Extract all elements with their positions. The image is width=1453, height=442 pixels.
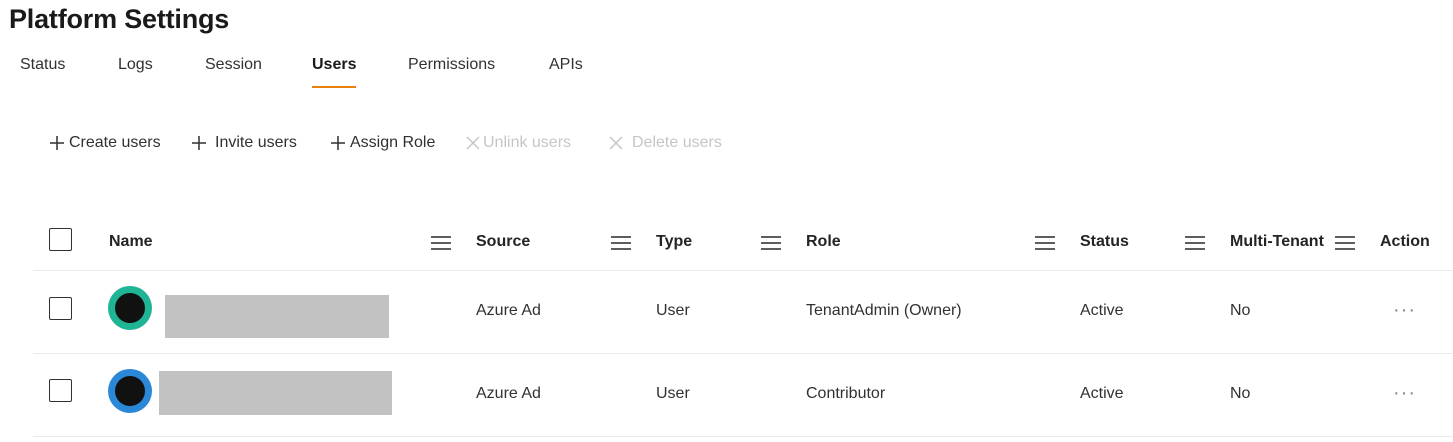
column-header-name[interactable]: Name xyxy=(109,233,153,251)
tab-permissions[interactable]: Permissions xyxy=(408,56,495,86)
avatar xyxy=(108,286,152,330)
column-header-source[interactable]: Source xyxy=(476,233,530,251)
select-all-checkbox[interactable] xyxy=(49,228,72,251)
plus-icon xyxy=(331,136,345,150)
source-cell: Azure Ad xyxy=(476,302,541,319)
multi-tenant-cell: No xyxy=(1230,385,1251,402)
table-header: Name Source Type Role Status Multi-Tenan… xyxy=(33,216,1453,271)
multi-tenant-cell: No xyxy=(1230,302,1251,319)
close-icon xyxy=(466,136,480,150)
column-header-multi-tenant[interactable]: Multi-Tenant xyxy=(1230,233,1324,251)
assign-role-button[interactable]: Assign Role xyxy=(330,134,435,152)
role-cell: Contributor xyxy=(806,385,886,402)
status-cell: Active xyxy=(1080,385,1124,402)
plus-icon xyxy=(50,136,64,150)
invite-users-button[interactable]: Invite users xyxy=(191,134,297,152)
type-cell: User xyxy=(656,302,690,319)
assign-role-label: Assign Role xyxy=(350,134,436,151)
column-header-status[interactable]: Status xyxy=(1080,233,1129,251)
tab-status[interactable]: Status xyxy=(20,56,65,86)
tab-bar: Status Logs Session Users Permissions AP… xyxy=(0,56,700,100)
source-cell: Azure Ad xyxy=(476,385,541,402)
table-row[interactable]: Azure Ad User TenantAdmin (Owner) Active… xyxy=(33,271,1453,354)
redacted-user-name xyxy=(165,295,389,338)
column-menu-icon[interactable] xyxy=(431,236,451,250)
table-row[interactable]: Azure Ad User Contributor Active No ··· xyxy=(33,354,1453,437)
more-actions-icon[interactable]: ··· xyxy=(1393,382,1416,405)
column-menu-icon[interactable] xyxy=(1185,236,1205,250)
avatar xyxy=(108,369,152,413)
invite-users-label: Invite users xyxy=(215,134,297,151)
column-menu-icon[interactable] xyxy=(1035,236,1055,250)
column-menu-icon[interactable] xyxy=(761,236,781,250)
redacted-user-name xyxy=(159,371,392,415)
close-icon xyxy=(609,136,623,150)
users-toolbar: Create users Invite users Assign Role Un… xyxy=(0,134,760,162)
column-header-role[interactable]: Role xyxy=(806,233,841,251)
column-header-action: Action xyxy=(1380,233,1430,250)
plus-icon xyxy=(192,136,206,150)
create-users-button[interactable]: Create users xyxy=(49,134,161,152)
column-menu-icon[interactable] xyxy=(1335,236,1355,250)
column-menu-icon[interactable] xyxy=(611,236,631,250)
page-title: Platform Settings xyxy=(9,4,230,34)
role-cell: TenantAdmin (Owner) xyxy=(806,302,962,319)
row-checkbox[interactable] xyxy=(49,297,72,320)
tab-session[interactable]: Session xyxy=(205,56,262,86)
tab-users[interactable]: Users xyxy=(312,56,357,88)
unlink-users-label: Unlink users xyxy=(483,134,572,151)
row-checkbox[interactable] xyxy=(49,379,72,402)
tab-logs[interactable]: Logs xyxy=(118,56,153,86)
type-cell: User xyxy=(656,385,690,402)
tab-apis[interactable]: APIs xyxy=(549,56,583,86)
create-users-label: Create users xyxy=(69,134,161,151)
unlink-users-button[interactable]: Unlink users xyxy=(465,134,571,152)
status-cell: Active xyxy=(1080,302,1124,319)
delete-users-button[interactable]: Delete users xyxy=(608,134,722,152)
column-header-type[interactable]: Type xyxy=(656,233,692,251)
delete-users-label: Delete users xyxy=(632,134,722,151)
more-actions-icon[interactable]: ··· xyxy=(1393,299,1416,322)
